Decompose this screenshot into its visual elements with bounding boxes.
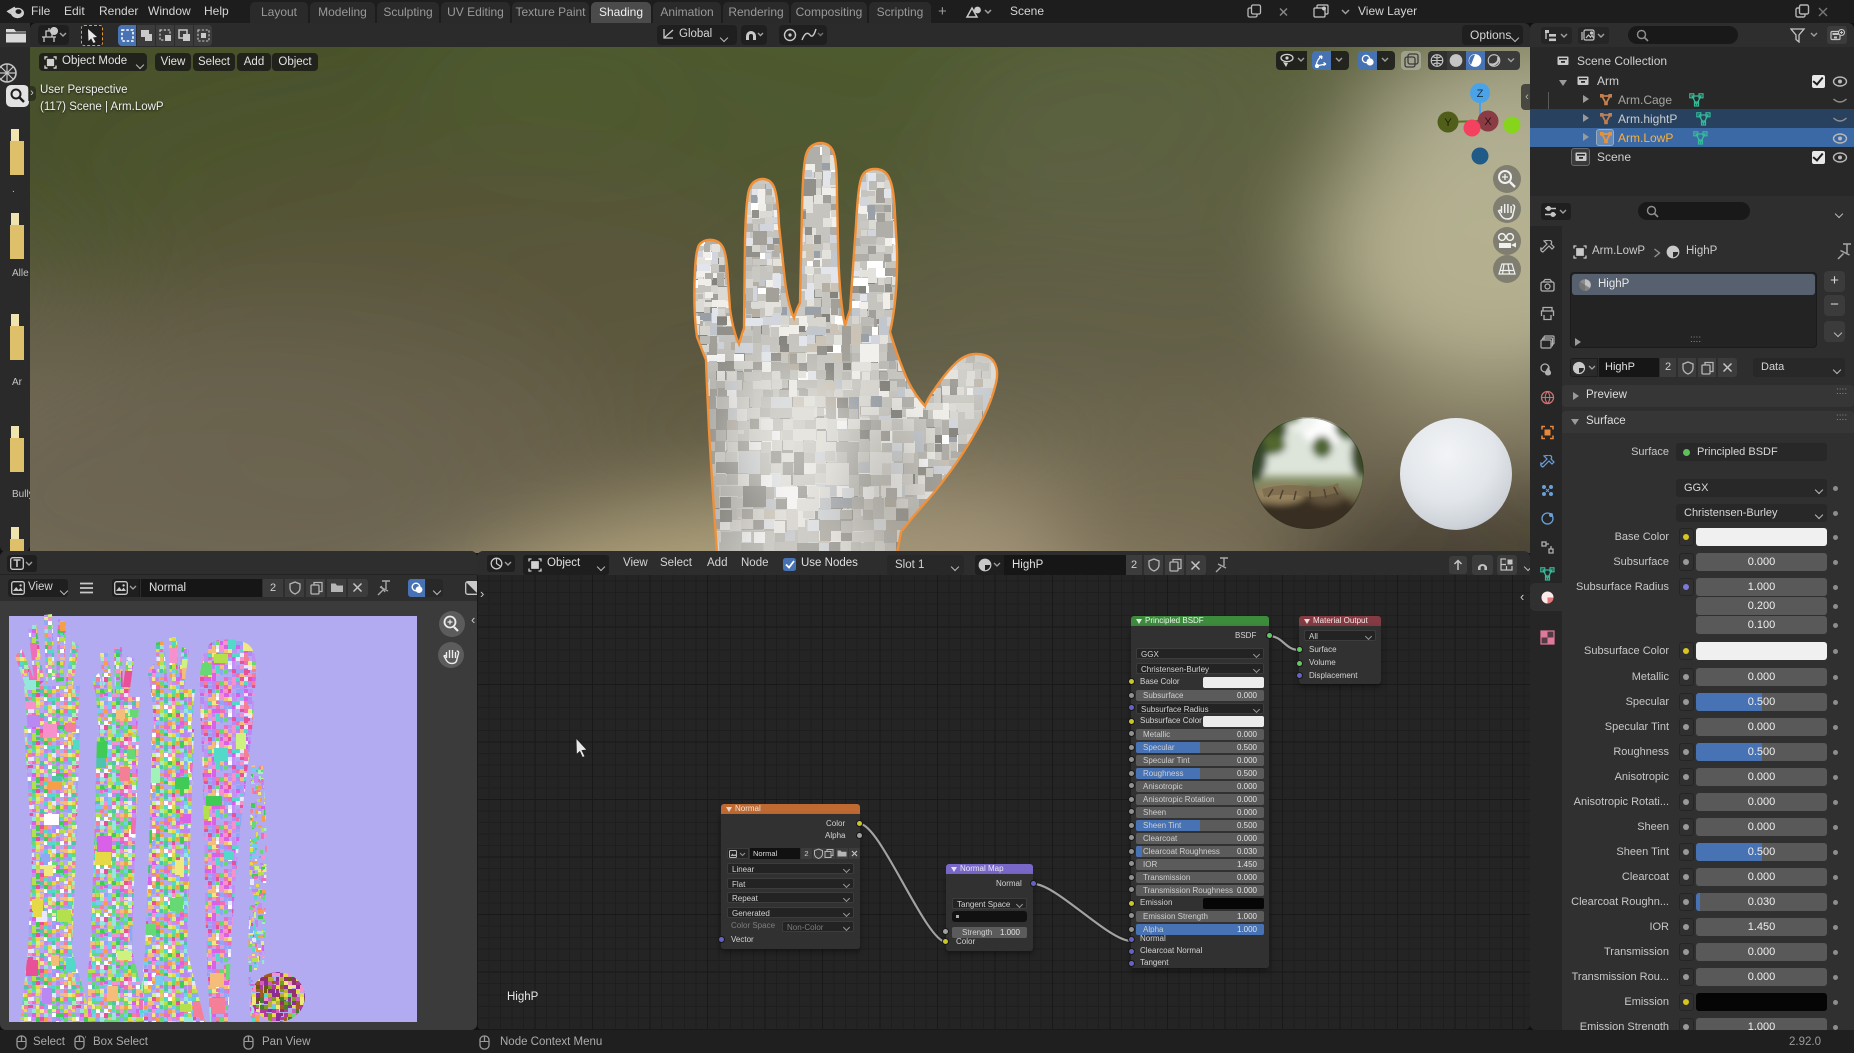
svg-text:X: X	[1484, 116, 1492, 128]
svg-text:Y: Y	[1444, 117, 1452, 129]
svg-text:Z: Z	[1477, 88, 1484, 100]
